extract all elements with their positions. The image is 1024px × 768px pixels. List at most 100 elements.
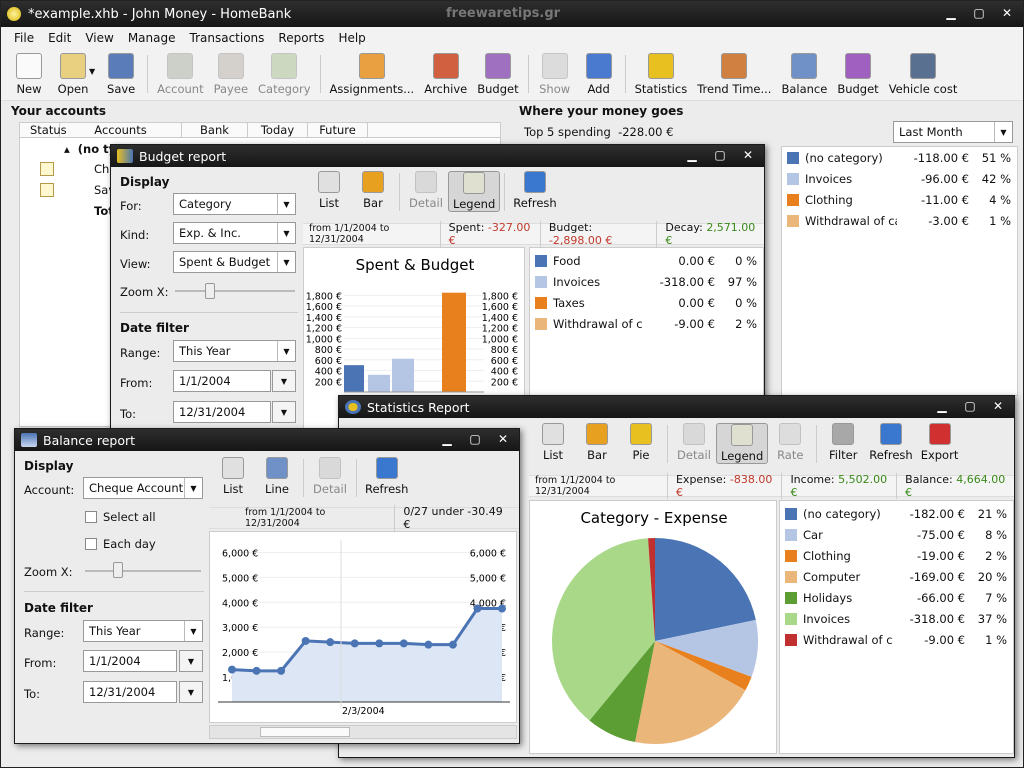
- data-point[interactable]: [399, 639, 408, 648]
- col-today[interactable]: Today: [248, 123, 308, 137]
- zoom-slider[interactable]: [85, 570, 201, 572]
- menu-manage[interactable]: Manage: [121, 31, 183, 45]
- toolbar-statistics-pie-button[interactable]: Statistics: [630, 53, 693, 96]
- zoom-slider-knob[interactable]: [113, 562, 123, 578]
- for-select[interactable]: Category ▼: [173, 193, 296, 215]
- bar[interactable]: [344, 365, 364, 392]
- from-date-input[interactable]: 1/1/2004: [173, 370, 271, 392]
- toolbar-budget-button[interactable]: Budget: [472, 53, 523, 96]
- bar[interactable]: [392, 358, 414, 392]
- data-point[interactable]: [301, 636, 310, 645]
- menu-reports[interactable]: Reports: [271, 31, 331, 45]
- legend-row[interactable]: Withdrawal of cash -3.00 € 1 %: [782, 210, 1017, 231]
- rate-button[interactable]: Rate: [768, 423, 812, 462]
- legend-row[interactable]: Invoices -318.00 € 97 %: [530, 271, 763, 292]
- menu-help[interactable]: Help: [331, 31, 372, 45]
- toolbar-category-button[interactable]: Category: [253, 53, 316, 96]
- bar-button[interactable]: Bar: [575, 423, 619, 462]
- list-button[interactable]: List: [531, 423, 575, 462]
- list-button[interactable]: List: [211, 457, 255, 496]
- zoom-slider[interactable]: [175, 290, 295, 292]
- close-icon[interactable]: ✕: [493, 431, 513, 447]
- line-button[interactable]: Line: [255, 457, 299, 496]
- toolbar-new-file-button[interactable]: New: [7, 53, 51, 96]
- toolbar-add-plus-button[interactable]: Add: [577, 53, 621, 96]
- toolbar-assignments-button[interactable]: Assignments...: [325, 53, 420, 96]
- toolbar-payee-button[interactable]: Payee: [209, 53, 253, 96]
- maximize-icon[interactable]: ▢: [960, 398, 980, 414]
- minimize-icon[interactable]: ▁: [437, 431, 457, 447]
- open-dropdown-icon[interactable]: ▼: [89, 67, 95, 76]
- legend-row[interactable]: Taxes 0.00 € 0 %: [530, 292, 763, 313]
- data-point[interactable]: [375, 639, 384, 648]
- legend-row[interactable]: Clothing -19.00 € 2 %: [780, 545, 1013, 566]
- data-point[interactable]: [448, 640, 457, 649]
- legend-row[interactable]: (no category) -182.00 € 21 %: [780, 503, 1013, 524]
- pie-button[interactable]: Pie: [619, 423, 663, 462]
- period-select[interactable]: Last Month ▼: [893, 121, 1013, 143]
- legend-row[interactable]: Invoices -318.00 € 37 %: [780, 608, 1013, 629]
- calendar-dropdown-icon[interactable]: ▼: [179, 681, 203, 703]
- from-date-input[interactable]: 1/1/2004: [83, 650, 177, 672]
- kind-select[interactable]: Exp. & Inc. ▼: [173, 222, 296, 244]
- data-point[interactable]: [252, 666, 261, 675]
- toolbar-budget-report-button[interactable]: Budget: [832, 53, 883, 96]
- range-select[interactable]: This Year ▼: [83, 620, 203, 642]
- export-button[interactable]: Export: [917, 423, 963, 462]
- data-point[interactable]: [424, 640, 433, 649]
- horizontal-scrollbar[interactable]: [209, 725, 517, 739]
- refresh-button[interactable]: Refresh: [509, 171, 560, 210]
- to-date-input[interactable]: 12/31/2004: [173, 401, 271, 423]
- menu-transactions[interactable]: Transactions: [183, 31, 272, 45]
- legend-row[interactable]: Clothing -11.00 € 4 %: [782, 189, 1017, 210]
- refresh-button[interactable]: Refresh: [361, 457, 412, 496]
- refresh-button[interactable]: Refresh: [865, 423, 916, 462]
- close-icon[interactable]: ✕: [738, 147, 758, 163]
- menu-view[interactable]: View: [78, 31, 120, 45]
- legend-row[interactable]: Car -75.00 € 8 %: [780, 524, 1013, 545]
- toolbar-car-button[interactable]: Vehicle cost: [884, 53, 963, 96]
- detail-button[interactable]: Detail: [404, 171, 448, 210]
- calendar-dropdown-icon[interactable]: ▼: [179, 650, 203, 672]
- maximize-icon[interactable]: ▢: [465, 431, 485, 447]
- toolbar-account-button[interactable]: Account: [152, 53, 208, 96]
- account-group[interactable]: ▴ (no ty: [64, 142, 116, 156]
- data-point[interactable]: [350, 639, 359, 648]
- legend-row[interactable]: Computer -169.00 € 20 %: [780, 566, 1013, 587]
- data-point[interactable]: [473, 604, 482, 613]
- filter-button[interactable]: Filter: [821, 423, 865, 462]
- detail-button[interactable]: Detail: [672, 423, 716, 462]
- list-button[interactable]: List: [307, 171, 351, 210]
- bar[interactable]: [442, 292, 466, 392]
- minimize-icon[interactable]: ▁: [932, 398, 952, 414]
- legend-button[interactable]: Legend: [716, 423, 769, 464]
- menu-file[interactable]: File: [7, 31, 41, 45]
- toolbar-show-book-button[interactable]: Show: [533, 53, 577, 96]
- legend-row[interactable]: Invoices -96.00 € 42 %: [782, 168, 1017, 189]
- toolbar-save-disk-button[interactable]: Save: [99, 53, 143, 96]
- select-all-checkbox[interactable]: [85, 511, 97, 523]
- bar[interactable]: [368, 374, 390, 392]
- data-point[interactable]: [498, 604, 506, 613]
- col-bank[interactable]: Bank: [182, 123, 248, 137]
- legend-button[interactable]: Legend: [448, 171, 501, 212]
- calendar-dropdown-icon[interactable]: ▼: [272, 370, 296, 392]
- col-future[interactable]: Future: [308, 123, 368, 137]
- close-icon[interactable]: ✕: [997, 5, 1017, 21]
- scrollbar-thumb[interactable]: [260, 727, 350, 737]
- legend-row[interactable]: Withdrawal of cash -9.00 € 1 %: [780, 629, 1013, 650]
- account-select[interactable]: Cheque Account ▼: [83, 477, 203, 499]
- legend-row[interactable]: Holidays -66.00 € 7 %: [780, 587, 1013, 608]
- calendar-dropdown-icon[interactable]: ▼: [272, 401, 296, 423]
- legend-row[interactable]: (no category) -118.00 € 51 %: [782, 147, 1017, 168]
- toolbar-balance-chart-button[interactable]: Balance: [776, 53, 832, 96]
- minimize-icon[interactable]: ▁: [682, 147, 702, 163]
- data-point[interactable]: [277, 666, 286, 675]
- col-status[interactable]: Status: [20, 123, 67, 137]
- toolbar-archive-button[interactable]: Archive: [419, 53, 472, 96]
- to-date-input[interactable]: 12/31/2004: [83, 681, 177, 703]
- range-select[interactable]: This Year ▼: [173, 340, 296, 362]
- close-icon[interactable]: ✕: [988, 398, 1008, 414]
- maximize-icon[interactable]: ▢: [710, 147, 730, 163]
- minimize-icon[interactable]: ▁: [941, 5, 961, 21]
